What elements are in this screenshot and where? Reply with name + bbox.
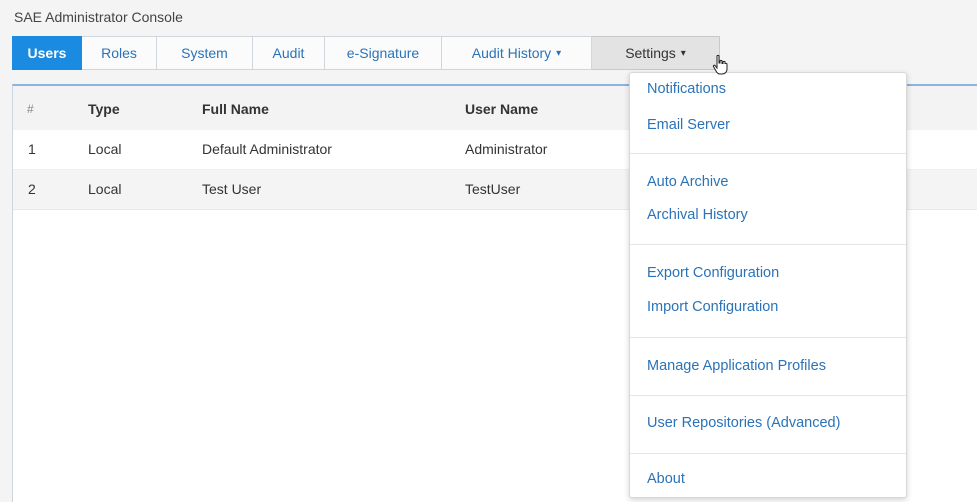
tab-audit-history-label: Audit History [471,45,552,61]
settings-dropdown-menu: Notifications Email Server Auto Archive … [629,72,907,498]
tab-users-label: Users [27,45,67,61]
cell-number: 2 [28,181,36,197]
chevron-down-icon: ▾ [680,47,686,59]
column-header-full-name[interactable]: Full Name [202,101,269,117]
app-title: SAE Administrator Console [14,9,183,25]
cell-full-name: Default Administrator [202,141,332,157]
cell-number: 1 [28,141,36,157]
tab-settings[interactable]: Settings ▾ [592,36,720,70]
menu-divider [630,453,906,454]
menu-item-notifications[interactable]: Notifications [647,81,726,97]
tab-audit-history[interactable]: Audit History ▾ [442,36,592,70]
menu-item-archival-history[interactable]: Archival History [647,207,748,223]
tab-roles[interactable]: Roles [82,36,157,70]
main-tab-bar: Users Roles System Audit e-Signature Aud… [12,36,720,70]
tab-roles-label: Roles [101,45,137,61]
cell-type: Local [88,181,122,197]
menu-item-user-repositories-advanced[interactable]: User Repositories (Advanced) [647,415,840,431]
menu-item-import-configuration[interactable]: Import Configuration [647,299,778,315]
menu-divider [630,153,906,154]
tab-e-signature[interactable]: e-Signature [325,36,442,70]
menu-item-email-server[interactable]: Email Server [647,117,730,133]
tab-audit-label: Audit [272,45,305,61]
menu-item-export-configuration[interactable]: Export Configuration [647,265,779,281]
menu-divider [630,244,906,245]
tab-users[interactable]: Users [12,36,82,70]
column-header-type[interactable]: Type [88,101,120,117]
menu-item-manage-application-profiles[interactable]: Manage Application Profiles [647,358,826,374]
tab-system-label: System [181,45,228,61]
tab-settings-label: Settings [625,45,676,61]
menu-divider [630,337,906,338]
menu-item-auto-archive[interactable]: Auto Archive [647,174,728,190]
column-header-number[interactable]: # [27,102,34,116]
chevron-down-icon: ▾ [556,47,562,59]
cell-type: Local [88,141,122,157]
cell-user-name: TestUser [465,181,521,197]
cell-full-name: Test User [202,181,262,197]
tab-e-signature-label: e-Signature [346,45,420,61]
column-header-user-name[interactable]: User Name [465,101,538,117]
menu-divider [630,395,906,396]
menu-item-about[interactable]: About [647,471,685,487]
tab-system[interactable]: System [157,36,253,70]
hand-pointer-icon [712,55,728,75]
tab-audit[interactable]: Audit [253,36,325,70]
cell-user-name: Administrator [465,141,548,157]
